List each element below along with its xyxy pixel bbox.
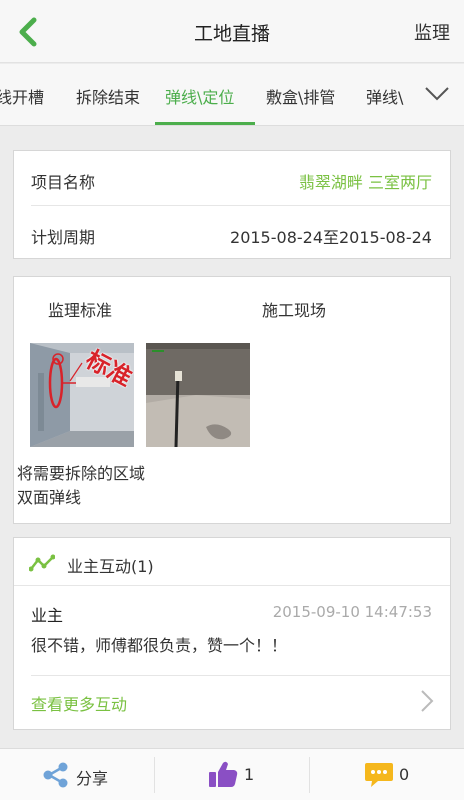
page-title: 工地直播: [193, 23, 270, 45]
share-button[interactable]: 分享: [0, 749, 154, 800]
tab-demolition-done[interactable]: 拆除结束: [76, 84, 140, 108]
comment-timestamp: 2015-09-10 14:47:53: [272, 603, 432, 621]
site-photo[interactable]: [146, 343, 250, 447]
view-more-interactions-link[interactable]: 查看更多互动: [31, 691, 127, 715]
supervisor-button[interactable]: 监理: [414, 19, 450, 45]
project-name-label: 项目名称: [31, 173, 96, 192]
divider: [31, 675, 450, 676]
owner-interaction-card: 业主互动(1) 业主 2015-09-10 14:47:53 很不错，师傅都很负…: [13, 537, 451, 730]
interaction-header: 业主互动(1): [14, 538, 450, 586]
chevron-down-icon[interactable]: [424, 84, 450, 104]
bottom-action-bar: 分享 1 0: [0, 748, 464, 800]
standard-heading: 监理标准: [48, 301, 113, 320]
thumbs-up-icon: [209, 761, 238, 787]
top-bar: 工地直播 监理: [0, 0, 464, 63]
tab-box-piping[interactable]: 敷盒\排管: [266, 84, 335, 108]
tab-line-marking-2[interactable]: 弹线\: [366, 84, 403, 108]
share-label: 分享: [76, 769, 109, 788]
standard-description: 将需要拆除的区域双面弹线: [17, 464, 146, 507]
tab-trenching[interactable]: 管线开槽: [0, 84, 44, 108]
chevron-right-icon[interactable]: [420, 689, 434, 713]
comment-count: 0: [399, 765, 410, 784]
plan-period-label: 计划周期: [31, 228, 96, 247]
share-icon: [43, 762, 68, 788]
site-heading: 施工现场: [262, 301, 327, 320]
comment-user: 业主: [31, 606, 64, 625]
project-name-value: 翡翠湖畔 三室两厅: [298, 173, 432, 192]
trend-line-icon: [29, 554, 55, 572]
like-count: 1: [244, 765, 255, 784]
project-info-card: 项目名称 翡翠湖畔 三室两厅 计划周期 2015-08-24至2015-08-2…: [13, 150, 451, 259]
comment-bubble-icon: [365, 763, 393, 787]
plan-period-row: 计划周期 2015-08-24至2015-08-24: [14, 206, 450, 260]
comment-text: 很不错，师傅都很负责，赞一个！！: [31, 636, 288, 655]
standard-photo[interactable]: 标准: [30, 343, 134, 447]
active-tab-indicator: [155, 122, 255, 125]
like-button[interactable]: 1: [155, 749, 309, 800]
comment-button[interactable]: 0: [310, 749, 464, 800]
stage-tabs: 管线开槽 拆除结束 弹线\定位 敷盒\排管 弹线\: [0, 64, 464, 126]
tab-line-marking[interactable]: 弹线\定位: [165, 84, 234, 108]
plan-period-value: 2015-08-24至2015-08-24: [230, 228, 432, 247]
standard-card: 监理标准 施工现场 标准 将需要拆除的区域双面弹线: [13, 276, 451, 524]
project-name-row: 项目名称 翡翠湖畔 三室两厅: [14, 151, 450, 205]
interaction-title: 业主互动(1): [67, 557, 154, 576]
